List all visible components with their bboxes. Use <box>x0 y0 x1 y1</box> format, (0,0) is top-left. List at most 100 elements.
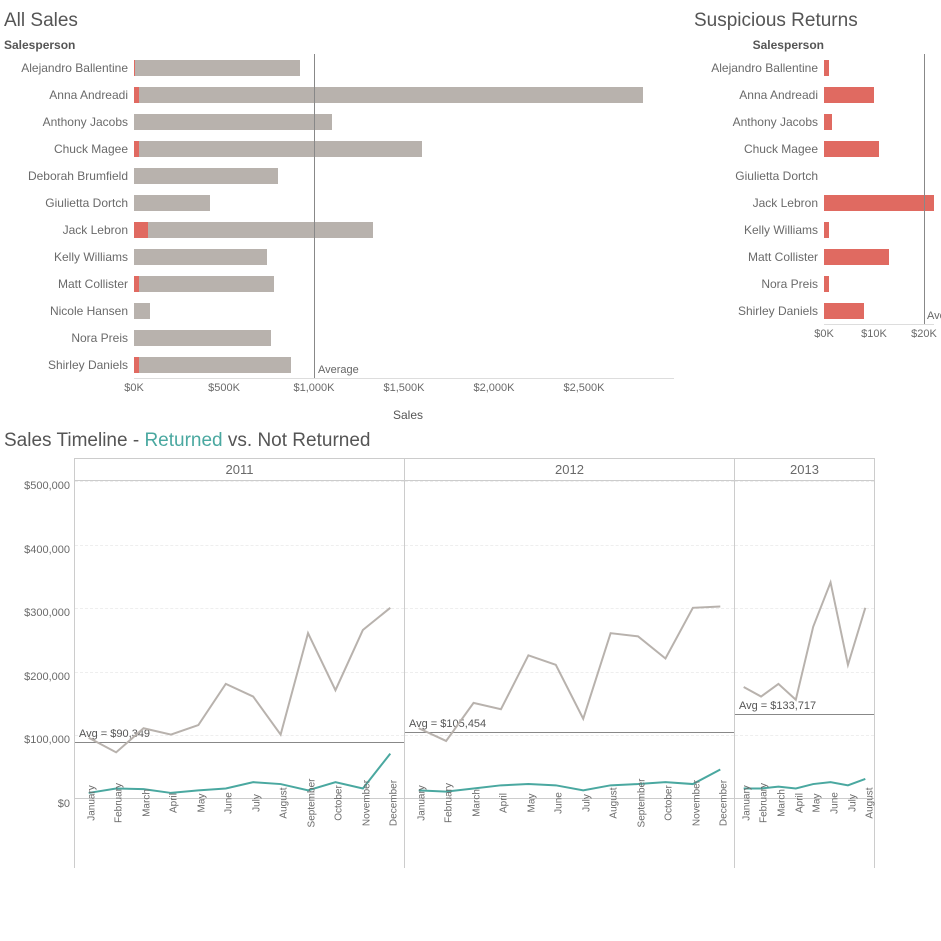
year-header: 2011 <box>75 459 404 481</box>
all-sales-x-axis-title: Sales <box>134 408 682 422</box>
bar-row[interactable]: Anna Andreadi <box>694 81 941 108</box>
month-axis: JanuaryFebruaryMarchAprilMayJuneJulyAugu… <box>735 798 874 868</box>
x-axis-tick: $0K <box>124 382 144 394</box>
x-axis-tick: $0K <box>814 328 834 340</box>
series-line[interactable] <box>89 608 391 753</box>
timeline-y-axis: $0$100,000$200,000$300,000$400,000$500,0… <box>4 458 74 868</box>
average-line <box>314 54 315 378</box>
bar-returns[interactable] <box>824 303 864 319</box>
year-plot[interactable]: Avg = $90,349 <box>75 481 404 798</box>
bar-row[interactable]: Anna Andreadi <box>4 81 682 108</box>
bar-returns[interactable] <box>824 276 829 292</box>
suspicious-returns-barchart: Salesperson Alejandro Ballentine Anna An… <box>694 38 941 352</box>
bar-returns[interactable] <box>824 87 874 103</box>
bar-suspicious[interactable] <box>134 276 139 292</box>
bar-row[interactable]: Deborah Brumfield <box>4 162 682 189</box>
year-header: 2013 <box>735 459 874 481</box>
month-tick: January <box>741 785 752 821</box>
bar-total[interactable] <box>134 222 373 238</box>
bar-suspicious[interactable] <box>134 87 139 103</box>
bar-returns[interactable] <box>824 60 829 76</box>
bar-row[interactable]: Kelly Williams <box>694 216 941 243</box>
bar-row[interactable]: Matt Collister <box>4 270 682 297</box>
timeline-title-suffix: vs. Not Returned <box>223 430 371 451</box>
all-sales-x-axis: $0K$500K$1,000K$1,500K$2,000K$2,500K <box>134 378 674 406</box>
month-tick: October <box>664 785 675 821</box>
bar-total[interactable] <box>134 330 271 346</box>
year-plot[interactable]: Avg = $133,717 <box>735 481 874 798</box>
bar-returns[interactable] <box>824 195 934 211</box>
bar-row[interactable]: Nicole Hansen <box>4 297 682 324</box>
bar-returns[interactable] <box>824 249 889 265</box>
bar-label: Anthony Jacobs <box>694 115 824 129</box>
bar-row[interactable]: Nora Preis <box>694 270 941 297</box>
all-sales-plot[interactable]: Alejandro Ballentine Anna Andreadi Antho… <box>4 54 682 406</box>
suspicious-plot[interactable]: Alejandro Ballentine Anna Andreadi Antho… <box>694 54 941 352</box>
bar-row[interactable]: Chuck Magee <box>694 135 941 162</box>
month-tick: June <box>224 792 235 814</box>
year-plot[interactable]: Avg = $105,454 <box>405 481 734 798</box>
y-axis-tick: $200,000 <box>24 671 70 683</box>
bar-row[interactable]: Shirley Daniels <box>694 297 941 324</box>
bar-suspicious[interactable] <box>134 222 148 238</box>
month-tick: December <box>389 780 400 826</box>
bar-returns[interactable] <box>824 222 829 238</box>
series-line[interactable] <box>89 754 391 793</box>
series-line[interactable] <box>419 607 721 741</box>
bar-total[interactable] <box>134 168 278 184</box>
bar-label: Anna Andreadi <box>4 88 134 102</box>
all-sales-y-axis-title: Salesperson <box>4 38 134 52</box>
month-tick: August <box>279 787 290 818</box>
month-tick: March <box>777 789 788 817</box>
bar-total[interactable] <box>134 249 267 265</box>
month-tick: August <box>865 787 876 818</box>
bar-row[interactable]: Giulietta Dortch <box>694 162 941 189</box>
bar-label: Jack Lebron <box>694 196 824 210</box>
bar-returns[interactable] <box>824 114 832 130</box>
bar-row[interactable]: Nora Preis <box>4 324 682 351</box>
bar-total[interactable] <box>134 276 274 292</box>
bar-label: Giulietta Dortch <box>694 169 824 183</box>
bar-row[interactable]: Kelly Williams <box>4 243 682 270</box>
timeline-plot[interactable]: $0$100,000$200,000$300,000$400,000$500,0… <box>4 458 937 868</box>
bar-row[interactable]: Anthony Jacobs <box>694 108 941 135</box>
average-label: Aver <box>927 310 941 322</box>
year-panel-2013[interactable]: 2013Avg = $133,717JanuaryFebruaryMarchAp… <box>734 458 875 868</box>
bar-total[interactable] <box>134 303 150 319</box>
bar-total[interactable] <box>134 141 422 157</box>
x-axis-tick: $20K <box>911 328 937 340</box>
bar-total[interactable] <box>134 195 210 211</box>
bar-total[interactable] <box>134 60 300 76</box>
year-header: 2012 <box>405 459 734 481</box>
bar-row[interactable]: Anthony Jacobs <box>4 108 682 135</box>
bar-returns[interactable] <box>824 141 879 157</box>
bar-row[interactable]: Giulietta Dortch <box>4 189 682 216</box>
month-tick: March <box>471 789 482 817</box>
bar-suspicious[interactable] <box>134 141 139 157</box>
month-tick: April <box>169 793 180 813</box>
bar-label: Giulietta Dortch <box>4 196 134 210</box>
bar-total[interactable] <box>134 114 332 130</box>
series-line[interactable] <box>419 769 721 791</box>
month-tick: April <box>499 793 510 813</box>
y-axis-tick: $500,000 <box>24 480 70 492</box>
timeline-title-prefix: Sales Timeline - <box>4 430 144 451</box>
bar-row[interactable]: Chuck Magee <box>4 135 682 162</box>
year-panel-2012[interactable]: 2012Avg = $105,454JanuaryFebruaryMarchAp… <box>404 458 734 868</box>
bar-total[interactable] <box>134 87 643 103</box>
bar-label: Matt Collister <box>4 277 134 291</box>
bar-row[interactable]: Jack Lebron <box>4 216 682 243</box>
series-line[interactable] <box>744 582 866 699</box>
bar-label: Anthony Jacobs <box>4 115 134 129</box>
bar-row[interactable]: Matt Collister <box>694 243 941 270</box>
bar-suspicious[interactable] <box>134 60 135 76</box>
bar-suspicious[interactable] <box>134 357 139 373</box>
year-panel-2011[interactable]: 2011Avg = $90,349JanuaryFebruaryMarchApr… <box>74 458 404 868</box>
bar-row[interactable]: Alejandro Ballentine <box>694 54 941 81</box>
bar-total[interactable] <box>134 357 291 373</box>
bar-row[interactable]: Alejandro Ballentine <box>4 54 682 81</box>
y-axis-tick: $0 <box>58 798 70 810</box>
bar-row[interactable]: Jack Lebron <box>694 189 941 216</box>
bar-label: Nora Preis <box>4 331 134 345</box>
bar-label: Alejandro Ballentine <box>694 61 824 75</box>
